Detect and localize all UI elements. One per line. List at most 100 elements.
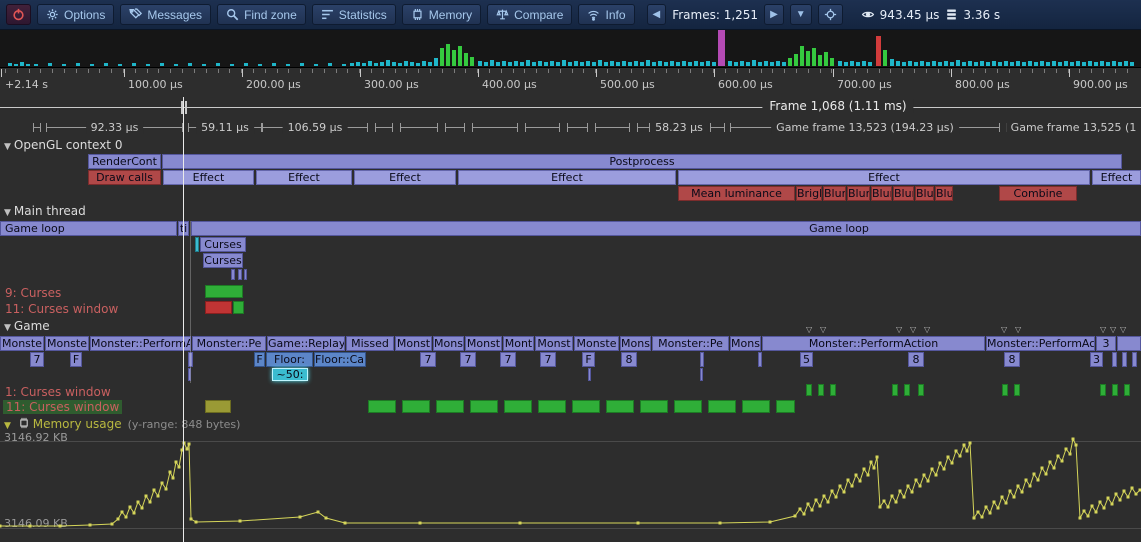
zone-f[interactable]: F <box>254 352 265 367</box>
zone-bar[interactable] <box>1014 384 1020 396</box>
zone-monster-performacti[interactable]: Monster::PerformActi <box>986 336 1095 351</box>
zone-7[interactable]: 7 <box>420 352 436 367</box>
zone-monste[interactable]: Monste <box>574 336 619 351</box>
zone-bar[interactable] <box>830 384 836 396</box>
zone-bar[interactable] <box>1112 352 1117 367</box>
zone-bar[interactable] <box>538 400 566 413</box>
zone-bar[interactable] <box>1002 384 1008 396</box>
zone-postprocess[interactable]: Postprocess <box>162 154 1122 169</box>
zone-bar[interactable] <box>674 400 702 413</box>
zone-rendercont[interactable]: RenderCont <box>88 154 161 169</box>
zone-game-replay[interactable]: Game::Replay <box>267 336 345 351</box>
zone-bar[interactable] <box>205 285 243 298</box>
zone-mean-luminance[interactable]: Mean luminance <box>678 186 795 201</box>
zone-bar[interactable] <box>572 400 600 413</box>
zone-bar[interactable] <box>470 400 498 413</box>
collapsed-zone-marker[interactable]: ▽ <box>1001 326 1007 334</box>
zone-bar[interactable] <box>1112 384 1118 396</box>
zone-bar[interactable] <box>1100 384 1106 396</box>
zone-combine[interactable]: Combine <box>999 186 1077 201</box>
zone-brigh[interactable]: Brigh <box>796 186 822 201</box>
zone-monst[interactable]: Monst <box>465 336 502 351</box>
zone-bar[interactable] <box>904 384 910 396</box>
zone-7[interactable]: 7 <box>460 352 476 367</box>
zone-monster-pe[interactable]: Monster::Pe <box>652 336 729 351</box>
zone-bar[interactable] <box>708 400 736 413</box>
zone-bar[interactable] <box>776 400 795 413</box>
zone-bar[interactable] <box>918 384 924 396</box>
collapsed-zone-marker[interactable]: ▽ <box>806 326 812 334</box>
zone-bar[interactable] <box>205 400 231 413</box>
zone-monst[interactable]: Monst <box>535 336 573 351</box>
zone-monster-performaction[interactable]: Monster::PerformAction <box>762 336 985 351</box>
zone-bar[interactable] <box>892 384 898 396</box>
zone-bar[interactable] <box>640 400 668 413</box>
zone-blur[interactable]: Blur <box>847 186 870 201</box>
zone-blur[interactable]: Blur <box>915 186 934 201</box>
zone-f[interactable]: F <box>582 352 595 367</box>
zone-bar[interactable] <box>238 269 242 280</box>
zone-bar[interactable] <box>233 301 244 314</box>
zone-bar[interactable] <box>244 269 247 280</box>
zone-blur[interactable]: Blur <box>871 186 892 201</box>
zone-bar[interactable] <box>1122 352 1127 367</box>
zone-game-loop[interactable]: Game loop <box>191 221 1141 236</box>
zone-effect[interactable]: Effect <box>678 170 1090 185</box>
zone-effect[interactable]: Effect <box>256 170 352 185</box>
zone-monste[interactable]: Monste <box>45 336 89 351</box>
zone-bar[interactable] <box>758 352 762 367</box>
zone-blur[interactable]: Blur <box>893 186 914 201</box>
zone-blur[interactable]: Blur <box>935 186 953 201</box>
zone-effect[interactable]: Effect <box>163 170 254 185</box>
zone-f[interactable]: F <box>70 352 82 367</box>
collapsed-zone-marker[interactable]: ▽ <box>1120 326 1126 334</box>
zone-blur[interactable]: Blur <box>823 186 846 201</box>
zone-effect[interactable]: Effect <box>354 170 456 185</box>
zone-effect[interactable]: Effect <box>458 170 676 185</box>
zone-curses[interactable]: Curses <box>203 253 243 268</box>
zone-effect[interactable]: Effect <box>1092 170 1141 185</box>
zone-mons[interactable]: Mons <box>433 336 464 351</box>
zone-monster-pe[interactable]: Monster::Pe <box>192 336 266 351</box>
zone-bar[interactable] <box>1117 336 1141 351</box>
zone-draw-calls[interactable]: Draw calls <box>88 170 161 185</box>
zone-missed[interactable]: Missed <box>346 336 394 351</box>
zone-8[interactable]: 8 <box>1004 352 1020 367</box>
zone-bar[interactable] <box>1124 384 1130 396</box>
collapsed-zone-marker[interactable]: ▽ <box>896 326 902 334</box>
collapsed-zone-marker[interactable]: ▽ <box>820 326 826 334</box>
zone-monster-performa[interactable]: Monster::PerformA <box>90 336 191 351</box>
zone-bar[interactable] <box>504 400 532 413</box>
zone-bar[interactable] <box>606 400 634 413</box>
zone-7[interactable]: 7 <box>30 352 44 367</box>
zone-bar[interactable] <box>818 384 824 396</box>
zone-7[interactable]: 7 <box>540 352 556 367</box>
zone-bar[interactable] <box>742 400 770 413</box>
zone-8[interactable]: 8 <box>621 352 637 367</box>
zone-bar[interactable] <box>806 384 812 396</box>
zone-bar[interactable] <box>402 400 430 413</box>
zone-5[interactable]: 5 <box>800 352 813 367</box>
collapsed-zone-marker[interactable]: ▽ <box>910 326 916 334</box>
zone-bar[interactable] <box>588 368 591 381</box>
zone-mons[interactable]: Mons <box>730 336 761 351</box>
zone-bar[interactable] <box>436 400 464 413</box>
zone-floor-calc[interactable]: Floor::Calc <box>314 352 366 367</box>
zone-bar[interactable] <box>700 368 703 381</box>
zone-curses[interactable]: Curses <box>200 237 246 252</box>
zone-7[interactable]: 7 <box>500 352 516 367</box>
zone-mons[interactable]: Mons <box>620 336 651 351</box>
zone-3[interactable]: 3 <box>1096 336 1116 351</box>
zone-floor[interactable]: Floor: <box>266 352 313 367</box>
zone-monst[interactable]: Monst <box>395 336 432 351</box>
collapsed-zone-marker[interactable]: ▽ <box>1110 326 1116 334</box>
zone-50[interactable]: ~50: <box>272 368 308 381</box>
zone-bar[interactable] <box>1132 352 1137 367</box>
zone-bar[interactable] <box>231 269 235 280</box>
collapsed-zone-marker[interactable]: ▽ <box>924 326 930 334</box>
collapsed-zone-marker[interactable]: ▽ <box>1015 326 1021 334</box>
zone-bar[interactable] <box>368 400 396 413</box>
zone-bar[interactable] <box>195 237 199 252</box>
zone-8[interactable]: 8 <box>908 352 924 367</box>
zone-mont[interactable]: Mont <box>503 336 534 351</box>
